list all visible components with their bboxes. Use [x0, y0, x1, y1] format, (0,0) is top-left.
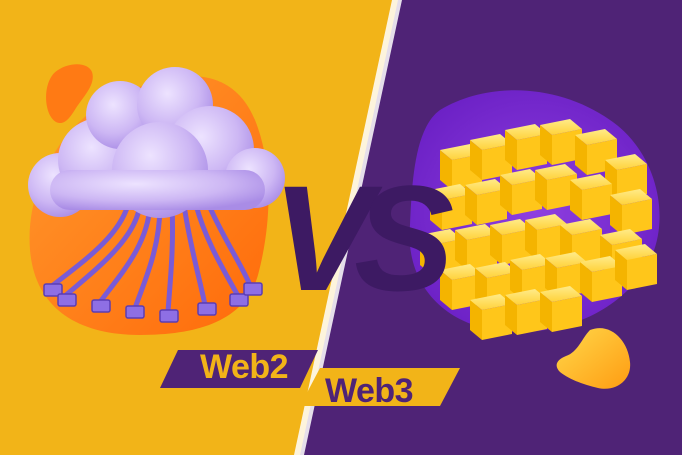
cube-face: [582, 184, 612, 220]
versus-text: VS: [272, 154, 453, 322]
web3-label: Web3: [325, 372, 414, 410]
cube-face: [622, 199, 652, 235]
cube-face: [627, 254, 657, 290]
cube-face: [552, 296, 582, 332]
web2-label: Web2: [200, 348, 289, 386]
